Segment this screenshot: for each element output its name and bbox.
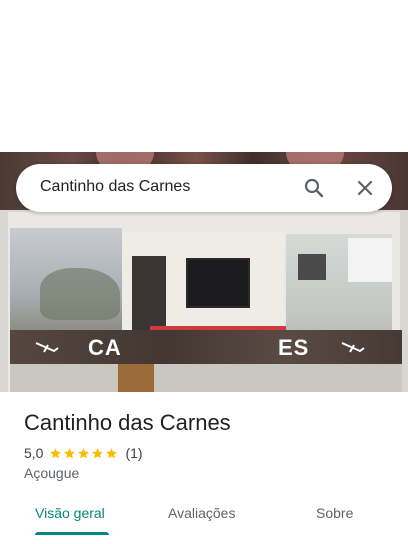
star-icon (106, 447, 118, 458)
tab-about[interactable]: Sobre (316, 505, 353, 521)
map-blank-area (0, 0, 408, 152)
sign-text-left: CA (88, 335, 122, 360)
place-tabs: Visão geral Avaliações Sobre (0, 500, 408, 544)
close-icon[interactable] (353, 176, 377, 200)
tab-reviews[interactable]: Avaliações (168, 505, 235, 521)
search-bar[interactable]: Cantinho das Carnes (16, 164, 392, 212)
storefront-base (10, 364, 402, 392)
star-icon (50, 447, 62, 458)
star-icon (78, 447, 90, 458)
knife-icon (35, 342, 59, 353)
place-name: Cantinho das Carnes (24, 410, 231, 435)
storefront-sign-strip: CA ES (10, 330, 402, 364)
sign-text-right: ES (278, 335, 310, 360)
review-count[interactable]: (1) (125, 445, 142, 461)
active-tab-indicator (35, 532, 109, 535)
rating-value: 5,0 (24, 445, 44, 461)
rating-stars (49, 447, 119, 460)
knife-icon (341, 342, 365, 353)
tab-overview[interactable]: Visão geral (35, 505, 105, 521)
star-icon (64, 447, 76, 458)
search-input[interactable]: Cantinho das Carnes (40, 178, 190, 196)
rating-row[interactable]: 5,0 (1) (24, 444, 143, 462)
place-category[interactable]: Açougue (24, 465, 79, 481)
star-icon (92, 447, 104, 458)
search-icon[interactable] (302, 176, 326, 200)
